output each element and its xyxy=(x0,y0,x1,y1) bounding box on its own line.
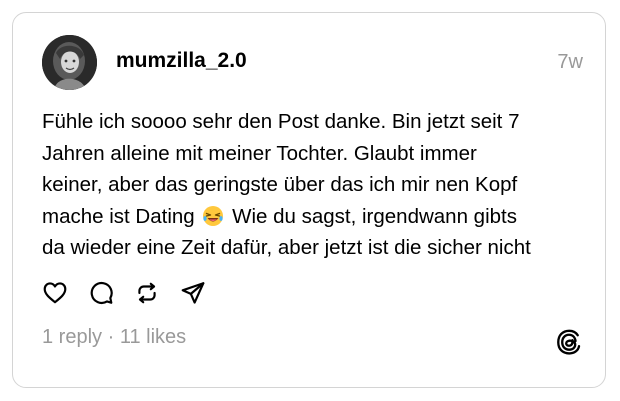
avatar[interactable] xyxy=(42,35,97,90)
heart-icon xyxy=(43,282,67,304)
post-text-line: keiner, aber das geringste über das ich … xyxy=(42,173,518,196)
share-button[interactable] xyxy=(179,279,207,307)
comment-icon xyxy=(90,281,113,305)
post-text-segment: mache ist Dating xyxy=(42,204,195,228)
reply-count[interactable]: 1 reply xyxy=(42,326,102,348)
post-text-line: Fühle ich soooo sehr den Post danke. Bin… xyxy=(42,110,520,133)
post-stats: 1 reply · 11 likes xyxy=(42,326,186,349)
post-text-line: Jahren alleine mit meiner Tochter. Glaub… xyxy=(42,141,477,165)
post-timestamp[interactable]: 7w xyxy=(557,51,583,74)
post-text: Fühle ich soooo sehr den Post danke. Bin… xyxy=(42,106,594,264)
share-icon xyxy=(181,282,205,304)
stats-separator: · xyxy=(102,326,120,348)
laughing-emoji-icon xyxy=(203,205,224,226)
repost-button[interactable] xyxy=(133,279,161,307)
post-text-segment: Wie du sagst, irgendwann gibts xyxy=(232,204,517,228)
threads-logo-icon[interactable] xyxy=(555,328,583,356)
post-text-line: da wieder eine Zeit dafür, aber jetzt is… xyxy=(42,236,531,259)
post-card: mumzilla_2.0 7w Fühle ich soooo sehr den… xyxy=(12,12,606,388)
post-text-line: mache ist Dating Wie du sagst, irgendwan… xyxy=(42,201,594,233)
like-count[interactable]: 11 likes xyxy=(120,326,186,348)
comment-button[interactable] xyxy=(87,279,115,307)
repost-icon xyxy=(138,282,156,304)
username[interactable]: mumzilla_2.0 xyxy=(116,49,247,73)
action-bar xyxy=(41,279,225,307)
like-button[interactable] xyxy=(41,279,69,307)
